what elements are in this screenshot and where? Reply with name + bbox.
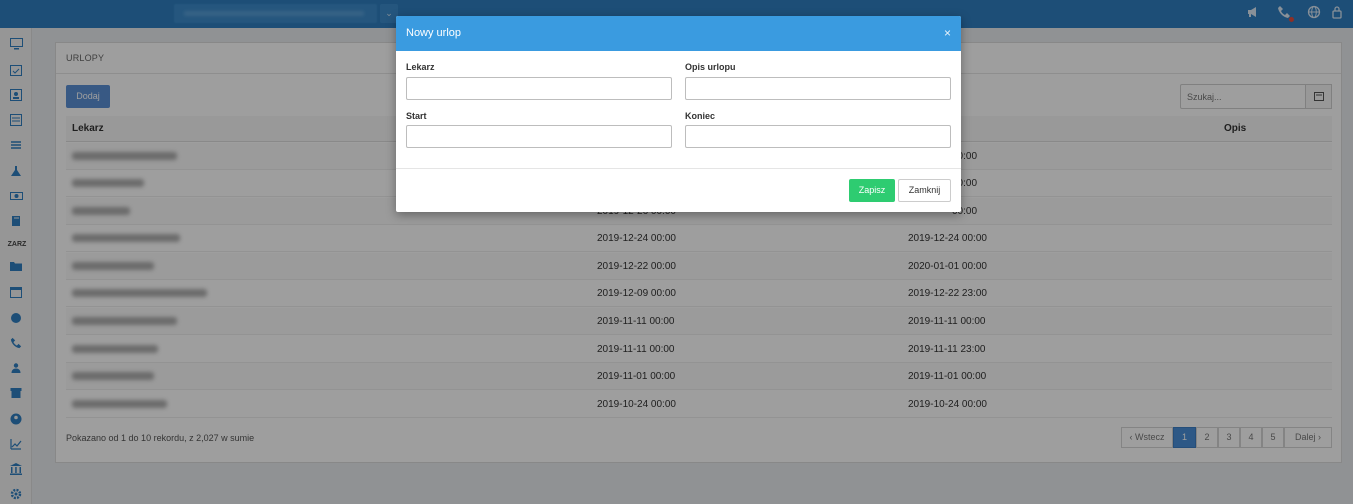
end-label: Koniec — [685, 111, 716, 121]
modal-title: Nowy urlop — [406, 27, 462, 39]
description-field[interactable] — [685, 77, 951, 100]
close-button[interactable]: Zamknij — [898, 179, 951, 202]
doctor-field[interactable] — [406, 77, 672, 100]
modal-header: Nowy urlop × — [396, 16, 961, 51]
start-label: Start — [406, 111, 427, 121]
close-icon[interactable]: × — [944, 26, 951, 40]
new-leave-modal: Nowy urlop × Lekarz Opis urlopu Start Ko… — [396, 16, 961, 212]
save-button[interactable]: Zapisz — [849, 179, 895, 202]
doctor-label: Lekarz — [406, 62, 435, 72]
end-field[interactable] — [685, 125, 951, 148]
description-label: Opis urlopu — [685, 62, 736, 72]
modal-footer-divider — [396, 168, 961, 169]
start-field[interactable] — [406, 125, 672, 148]
